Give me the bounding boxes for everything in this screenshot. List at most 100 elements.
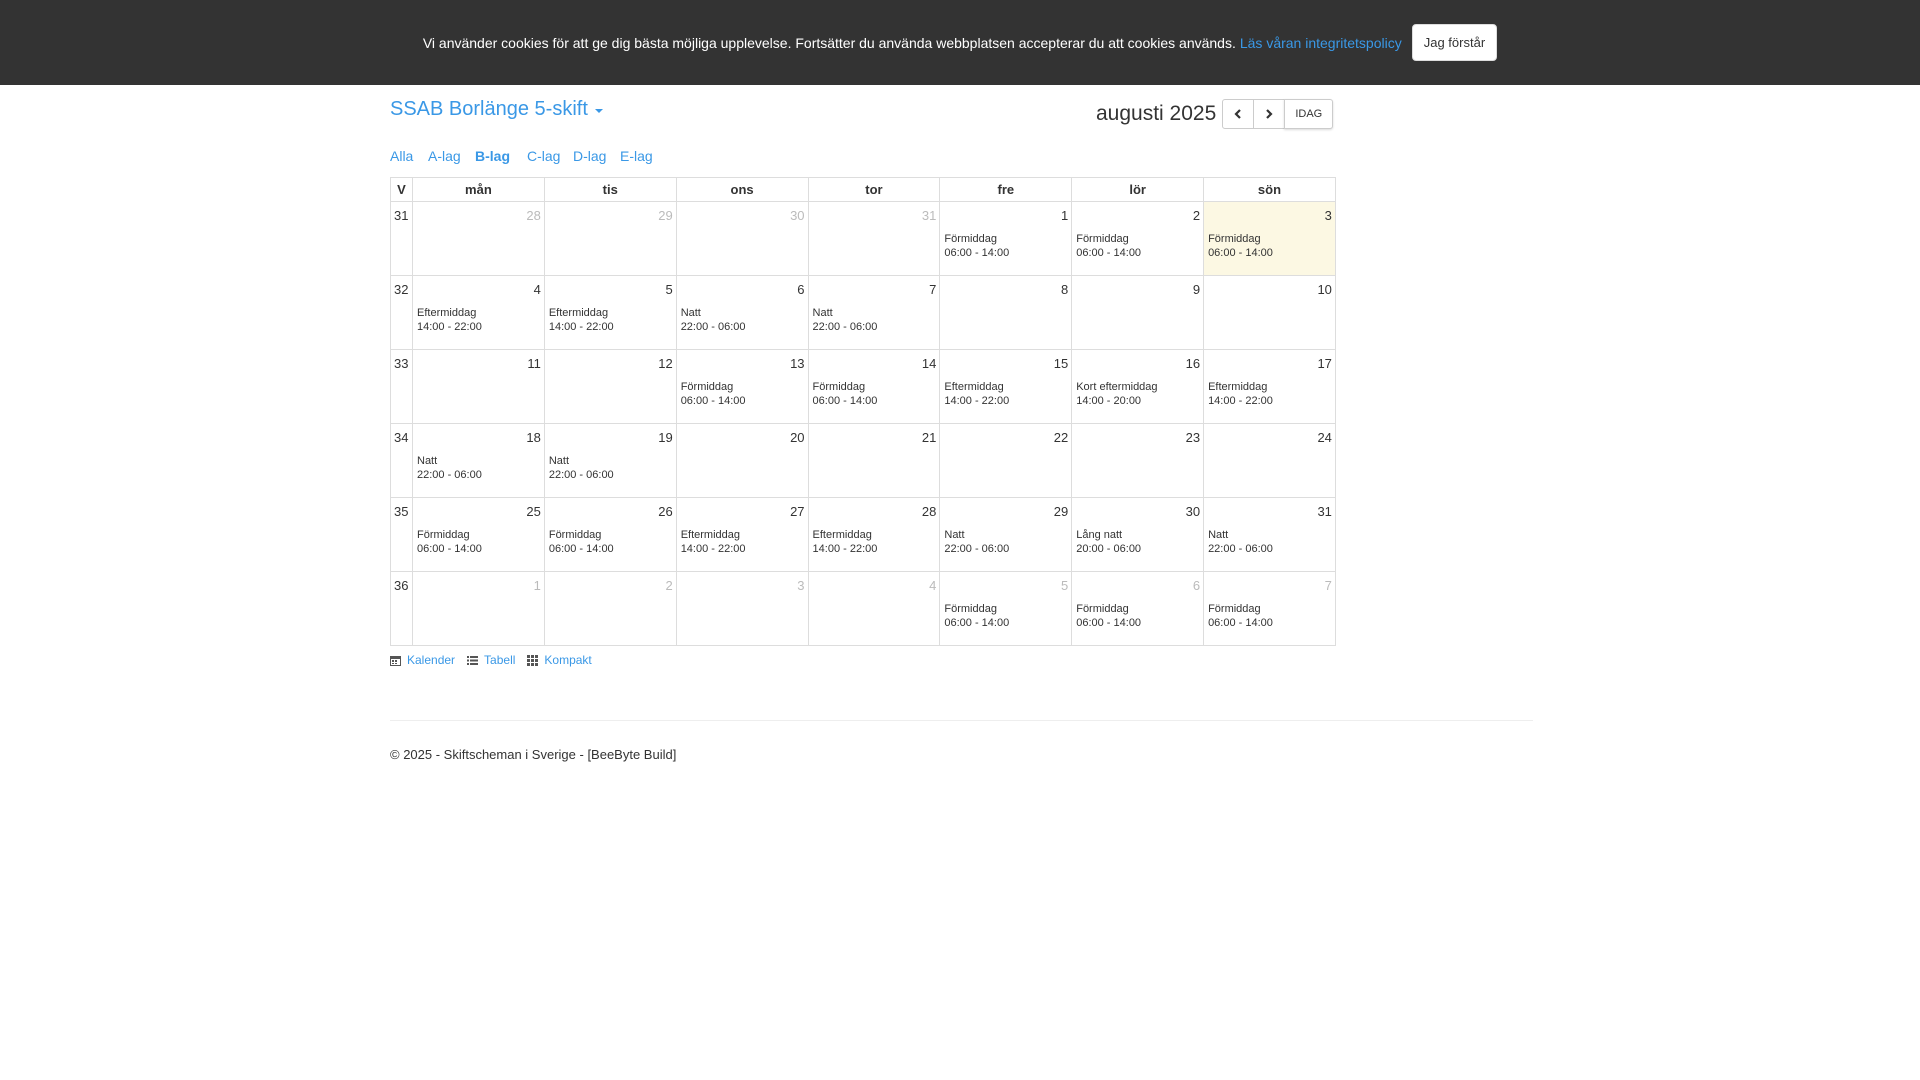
shift-name: Förmiddag [1208,603,1261,615]
shift-event[interactable]: Förmiddag 06:00 - 14:00 [944,232,1009,260]
day-cell[interactable]: 20 [675,423,809,498]
shift-event[interactable]: Eftermiddag 14:00 - 22:00 [813,528,878,556]
day-cell[interactable]: 6 Natt 22:00 - 06:00 [675,275,809,350]
day-cell[interactable]: 13 Förmiddag 06:00 - 14:00 [675,349,809,424]
day-cell[interactable]: 14 Förmiddag 06:00 - 14:00 [807,349,941,424]
shift-name: Natt [417,455,438,467]
day-cell[interactable]: 31 Natt 22:00 - 06:00 [1203,497,1336,572]
shift-event[interactable]: Förmiddag 06:00 - 14:00 [1208,232,1273,260]
shift-name: Kort eftermiddag [1076,381,1158,393]
day-cell[interactable]: 29 Natt 22:00 - 06:00 [939,497,1073,572]
day-cell[interactable]: 26 Förmiddag 06:00 - 14:00 [543,497,677,572]
weekday-header: tis [543,177,677,202]
shift-event[interactable]: Lång natt 20:00 - 06:00 [1076,528,1141,556]
shift-event[interactable]: Natt 22:00 - 06:00 [1208,528,1273,556]
previous-month-button[interactable] [1222,99,1255,129]
team-tab-b-lag[interactable]: B-lag [475,148,510,164]
day-cell[interactable]: 12 [543,349,677,424]
day-cell[interactable]: 9 [1071,275,1205,350]
accept-cookies-button[interactable]: Jag förstår [1411,24,1498,61]
day-cell[interactable]: 30 Lång natt 20:00 - 06:00 [1071,497,1205,572]
shift-event[interactable]: Förmiddag 06:00 - 14:00 [549,528,614,556]
day-cell[interactable]: 19 Natt 22:00 - 06:00 [543,423,677,498]
day-cell[interactable]: 24 [1203,423,1336,498]
shift-event[interactable]: Förmiddag 06:00 - 14:00 [1208,602,1273,630]
view-kalender-link[interactable]: Kalender [390,653,455,667]
shift-event[interactable]: Förmiddag 06:00 - 14:00 [1076,232,1141,260]
day-cell[interactable]: 3 [675,571,809,646]
day-cell[interactable]: 17 Eftermiddag 14:00 - 22:00 [1203,349,1336,424]
shift-time: 22:00 - 06:00 [548,469,614,481]
week-number-cell: 34 [390,423,413,498]
day-cell[interactable]: 5 Eftermiddag 14:00 - 22:00 [543,275,677,350]
day-cell[interactable]: 4 Eftermiddag 14:00 - 22:00 [412,275,545,350]
shift-event[interactable]: Eftermiddag 14:00 - 22:00 [417,306,482,334]
day-cell[interactable]: 27 Eftermiddag 14:00 - 22:00 [675,497,809,572]
shift-event[interactable]: Förmiddag 06:00 - 14:00 [1076,602,1141,630]
day-number: 27 [790,504,805,519]
team-tab-e-lag[interactable]: E-lag [620,148,653,164]
day-number: 10 [1317,282,1332,297]
schedule-dropdown[interactable]: SSAB Borlänge 5-skift [390,98,603,121]
shift-event[interactable]: Eftermiddag 14:00 - 22:00 [1208,380,1273,408]
shift-time: 14:00 - 20:00 [1076,395,1142,407]
calendar-week-row: 32 4 Eftermiddag 14:00 - 22:00 5 Eftermiddag 1… [390,275,1336,350]
shift-event[interactable]: Förmiddag 06:00 - 14:00 [944,602,1009,630]
day-cell[interactable]: 5 Förmiddag 06:00 - 14:00 [939,571,1073,646]
shift-event[interactable]: Eftermiddag 14:00 - 22:00 [549,306,614,334]
day-cell[interactable]: 31 [807,201,941,276]
day-cell[interactable]: 7 Förmiddag 06:00 - 14:00 [1203,571,1336,646]
shift-event[interactable]: Natt 22:00 - 06:00 [944,528,1009,556]
view-tabell-link[interactable]: Tabell [467,653,515,667]
day-cell[interactable]: 6 Förmiddag 06:00 - 14:00 [1071,571,1205,646]
shift-event[interactable]: Eftermiddag 14:00 - 22:00 [681,528,746,556]
day-cell[interactable]: 2 [543,571,677,646]
shift-name: Eftermiddag [812,529,872,541]
day-number: 30 [1185,504,1201,519]
day-cell[interactable]: 28 [412,201,545,276]
shift-event[interactable]: Eftermiddag 14:00 - 22:00 [944,380,1009,408]
day-cell[interactable]: 3 Förmiddag 06:00 - 14:00 [1203,201,1336,276]
day-cell[interactable]: 7 Natt 22:00 - 06:00 [807,275,941,350]
day-cell[interactable]: 23 [1071,423,1205,498]
week-number-cell: 36 [390,571,413,646]
shift-time: 06:00 - 14:00 [1208,617,1273,629]
shift-event[interactable]: Förmiddag 06:00 - 14:00 [813,380,878,408]
day-cell[interactable]: 8 [939,275,1073,350]
privacy-policy-link[interactable]: Läs våran integritetspolicy [1240,35,1402,51]
shift-event[interactable]: Förmiddag 06:00 - 14:00 [417,528,482,556]
today-button[interactable]: IDAG [1284,99,1334,129]
shift-event[interactable]: Kort eftermiddag 14:00 - 20:00 [1076,380,1157,408]
shift-event[interactable]: Natt 22:00 - 06:00 [681,306,746,334]
day-cell[interactable]: 28 Eftermiddag 14:00 - 22:00 [807,497,941,572]
shift-time: 06:00 - 14:00 [1076,617,1142,629]
shift-event[interactable]: Natt 22:00 - 06:00 [549,454,614,482]
day-cell[interactable]: 10 [1203,275,1336,350]
day-cell[interactable]: 29 [543,201,677,276]
day-number: 15 [1053,356,1069,371]
day-cell[interactable]: 15 Eftermiddag 14:00 - 22:00 [939,349,1073,424]
day-cell[interactable]: 1 Förmiddag 06:00 - 14:00 [939,201,1073,276]
day-cell[interactable]: 4 [807,571,941,646]
day-cell[interactable]: 18 Natt 22:00 - 06:00 [412,423,545,498]
view-kompakt-link[interactable]: Kompakt [527,653,592,667]
team-tab-a-lag[interactable]: A-lag [428,148,461,164]
day-cell[interactable]: 25 Förmiddag 06:00 - 14:00 [412,497,545,572]
team-tab-c-lag[interactable]: C-lag [527,148,560,164]
day-cell[interactable]: 16 Kort eftermiddag 14:00 - 20:00 [1071,349,1205,424]
day-number: 19 [658,430,673,445]
day-cell[interactable]: 11 [412,349,545,424]
day-cell[interactable]: 22 [939,423,1073,498]
day-cell[interactable]: 2 Förmiddag 06:00 - 14:00 [1071,201,1205,276]
shift-name: Förmiddag [680,381,734,393]
next-month-button[interactable] [1253,99,1286,129]
day-cell[interactable]: 21 [807,423,941,498]
day-cell[interactable]: 30 [675,201,809,276]
shift-event[interactable]: Förmiddag 06:00 - 14:00 [681,380,746,408]
team-tab-d-lag[interactable]: D-lag [573,148,606,164]
shift-event[interactable]: Natt 22:00 - 06:00 [417,454,482,482]
day-number: 22 [1053,430,1069,445]
team-tab-alla[interactable]: Alla [390,148,413,164]
day-cell[interactable]: 1 [412,571,545,646]
shift-event[interactable]: Natt 22:00 - 06:00 [813,306,878,334]
